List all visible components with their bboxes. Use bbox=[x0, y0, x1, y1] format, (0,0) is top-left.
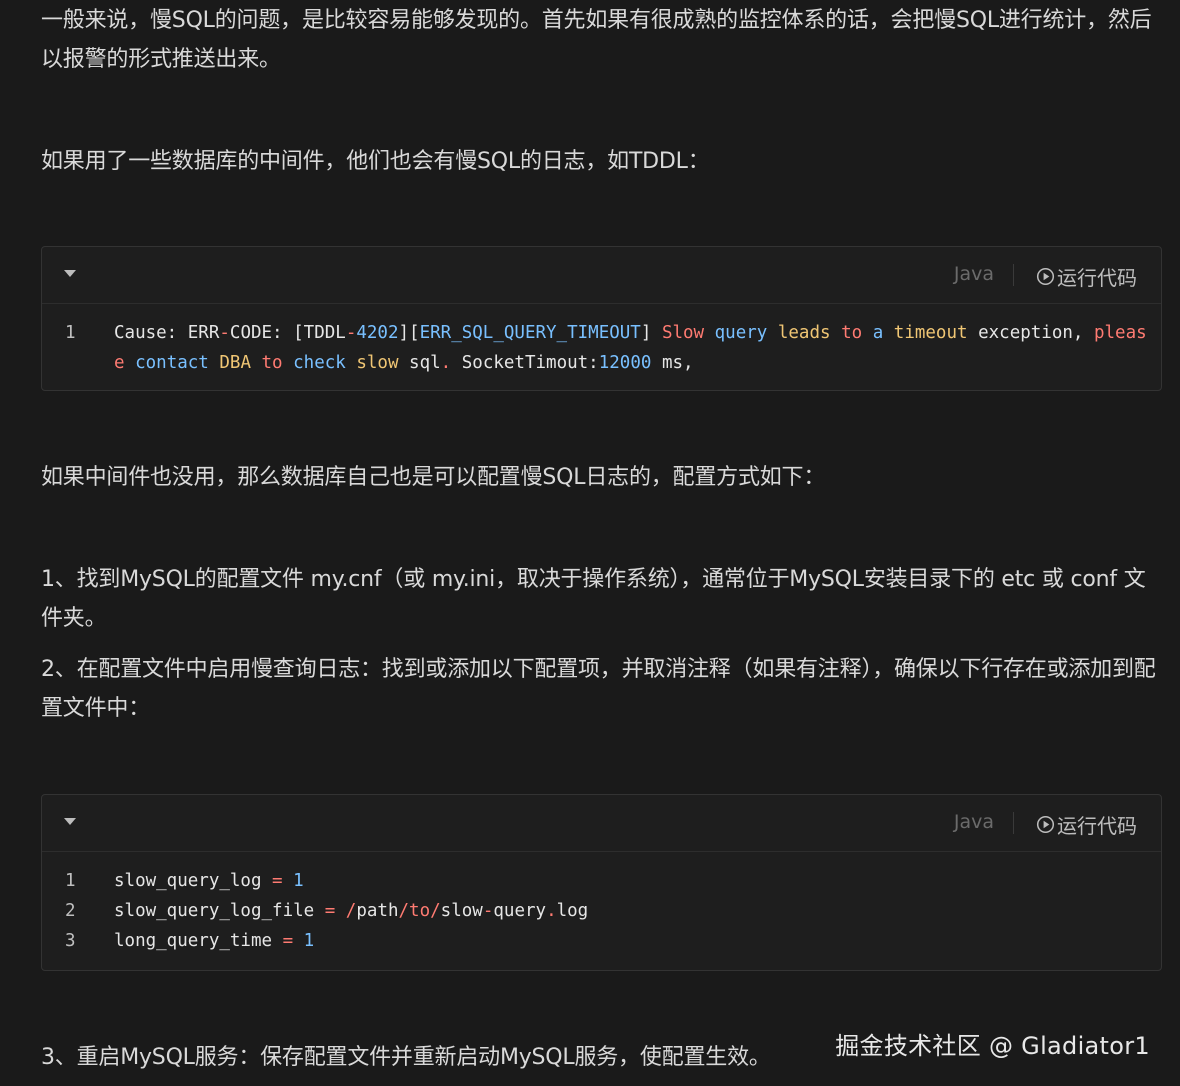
code-token: ms, bbox=[651, 353, 694, 373]
code-token: / bbox=[430, 901, 441, 921]
code-token: / bbox=[345, 901, 357, 921]
code-line: 1 Cause: ERR-CODE: [TDDL-4202][ERR_SQL_Q… bbox=[42, 318, 1161, 378]
code-token: 1 bbox=[303, 931, 315, 951]
header-divider bbox=[1013, 812, 1014, 834]
code-token: - bbox=[345, 323, 357, 343]
code-token: to bbox=[250, 353, 294, 373]
code-language-label: Java bbox=[953, 811, 994, 833]
code-line-text: slow_query_log_file = /path/to/slow-quer… bbox=[114, 896, 1154, 926]
code-content: 1 slow_query_log = 1 2 slow_query_log_fi… bbox=[42, 852, 1161, 968]
paragraph-db-config: 如果中间件也没用，那么数据库自己也是可以配置慢SQL日志的，配置方式如下： bbox=[41, 465, 826, 490]
code-token: query bbox=[493, 901, 547, 921]
code-token: ][ bbox=[398, 323, 420, 343]
play-circle-icon bbox=[1036, 267, 1055, 286]
code-header: Java 运行代码 bbox=[42, 247, 1161, 304]
code-block-mysql-config: Java 运行代码 1 slow_query_log = 1 2 slow_qu… bbox=[41, 794, 1162, 971]
code-token: slow_query_log bbox=[114, 871, 262, 891]
header-divider bbox=[1013, 264, 1014, 286]
code-token: - bbox=[219, 323, 230, 343]
paragraph-middleware: 如果用了一些数据库的中间件，他们也会有慢SQL的日志，如TDDL： bbox=[41, 149, 710, 174]
code-token: to bbox=[830, 323, 873, 343]
paragraph-step-2: 2、在配置文件中启用慢查询日志：找到或添加以下配置项，并取消注释（如果有注释），… bbox=[41, 657, 1156, 721]
line-number: 1 bbox=[65, 323, 76, 343]
run-code-button[interactable]: 运行代码 bbox=[1036, 262, 1137, 291]
run-code-label: 运行代码 bbox=[1057, 266, 1137, 290]
code-token: to bbox=[409, 901, 431, 921]
code-header: Java 运行代码 bbox=[42, 795, 1161, 852]
code-token: a bbox=[872, 323, 884, 343]
code-token: = bbox=[314, 901, 346, 921]
collapse-chevron-icon[interactable] bbox=[64, 270, 76, 277]
line-number: 2 bbox=[65, 901, 76, 921]
code-block-tddl: Java 运行代码 1 Cause: ERR-CODE: [TDDL-4202]… bbox=[41, 246, 1162, 391]
code-line: 3 long_query_time = 1 bbox=[42, 926, 1161, 956]
watermark-text: 掘金技术社区 @ Gladiator1 bbox=[835, 1032, 1150, 1060]
code-token: Slow bbox=[661, 323, 705, 343]
code-token: timeout bbox=[883, 323, 968, 343]
code-token: SocketTimout: bbox=[451, 353, 599, 373]
code-line-text: long_query_time = 1 bbox=[114, 926, 1154, 956]
code-token: 1 bbox=[293, 871, 304, 891]
code-token: DBA bbox=[219, 353, 251, 373]
line-number: 1 bbox=[65, 871, 76, 891]
code-token: query bbox=[704, 323, 778, 343]
collapse-chevron-icon[interactable] bbox=[64, 818, 76, 825]
code-token: = bbox=[272, 931, 304, 951]
code-line: 1 slow_query_log = 1 bbox=[42, 866, 1161, 896]
paragraph-step-3: 3、重启MySQL服务：保存配置文件并重新启动MySQL服务，使配置生效。 bbox=[41, 1045, 771, 1070]
code-line-text: Cause: ERR-CODE: [TDDL-4202][ERR_SQL_QUE… bbox=[114, 318, 1154, 378]
code-token: / bbox=[398, 901, 410, 921]
code-token: sql bbox=[398, 353, 441, 373]
code-token: ERR_SQL_QUERY_TIMEOUT bbox=[419, 323, 641, 343]
code-token: = bbox=[261, 871, 294, 891]
code-token: check bbox=[293, 353, 346, 373]
code-token: Cause: ERR bbox=[114, 323, 220, 343]
code-token: - bbox=[482, 901, 494, 921]
code-token: contact bbox=[124, 353, 220, 373]
code-token: long_query_time bbox=[114, 931, 273, 951]
code-token: . bbox=[546, 901, 557, 921]
code-line: 2 slow_query_log_file = /path/to/slow-qu… bbox=[42, 896, 1161, 926]
run-code-label: 运行代码 bbox=[1057, 814, 1137, 838]
code-token: exception, bbox=[967, 323, 1094, 343]
code-token: slow bbox=[345, 353, 399, 373]
code-language-label: Java bbox=[953, 263, 994, 285]
run-code-button[interactable]: 运行代码 bbox=[1036, 810, 1137, 839]
line-number: 3 bbox=[65, 931, 76, 951]
code-token: slow bbox=[440, 901, 483, 921]
code-token: CODE: [TDDL bbox=[229, 323, 346, 343]
code-token: 12000 bbox=[598, 353, 652, 373]
code-token: slow_query_log_file bbox=[114, 901, 315, 921]
code-line-text: slow_query_log = 1 bbox=[114, 866, 1154, 896]
code-token: path bbox=[356, 901, 399, 921]
play-circle-icon bbox=[1036, 815, 1055, 834]
code-content: 1 Cause: ERR-CODE: [TDDL-4202][ERR_SQL_Q… bbox=[42, 304, 1161, 390]
code-token: 4202 bbox=[356, 323, 399, 343]
code-token: leads bbox=[777, 323, 831, 343]
code-token: log bbox=[556, 901, 589, 921]
code-token: ] bbox=[640, 323, 662, 343]
paragraph-step-1: 1、找到MySQL的配置文件 my.cnf（或 my.ini，取决于操作系统），… bbox=[41, 567, 1146, 631]
code-token: . bbox=[440, 353, 452, 373]
paragraph-intro: 一般来说，慢SQL的问题，是比较容易能够发现的。首先如果有很成熟的监控体系的话，… bbox=[41, 8, 1152, 72]
